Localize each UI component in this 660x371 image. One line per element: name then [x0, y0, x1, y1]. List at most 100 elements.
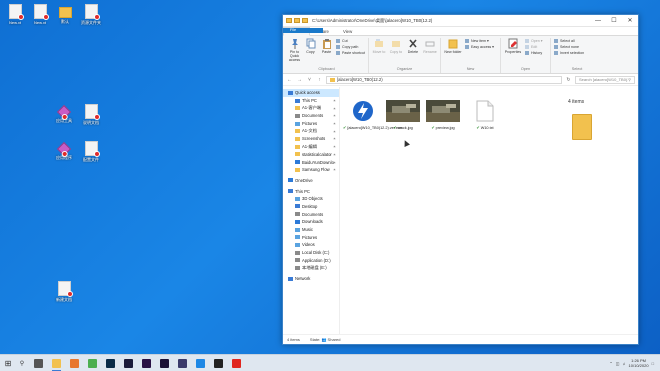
open-button[interactable]: Open ▾ [525, 39, 543, 43]
clock[interactable]: 1:26 PM 10/10/2020 [629, 358, 649, 368]
file-item[interactable]: ✔crack.jpg [383, 100, 423, 130]
taskbar-premiere[interactable] [139, 356, 154, 371]
taskbar-file-explorer[interactable] [49, 356, 64, 371]
desktop-icon[interactable]: 资源文件夹 [78, 4, 104, 25]
delete-button[interactable]: Delete [406, 38, 420, 54]
search-icon[interactable]: ⚲ [16, 360, 28, 367]
nav-item[interactable]: Samsung Flow ✶ [283, 166, 339, 174]
file-item[interactable]: ✔preview.jpg [423, 100, 463, 130]
invert-selection-button[interactable]: Invert selection [554, 51, 584, 55]
nav-item[interactable]: This PC [283, 187, 339, 195]
desktop-icon[interactable]: New.xt [2, 4, 28, 25]
title-bar[interactable]: C:\Users\Administrator\OneDrive\桌面\[alac… [283, 15, 638, 27]
copy-button[interactable]: Copy [304, 38, 317, 54]
desktop-icon[interactable]: 默认 [52, 4, 78, 24]
nav-item[interactable]: 3D Objects [283, 195, 339, 203]
copy-path-button[interactable]: Copy path [336, 45, 365, 49]
taskbar-app-dark[interactable] [121, 356, 136, 371]
move-to-button[interactable]: Move to [372, 38, 386, 54]
up-arrow-icon[interactable]: ↑ [316, 77, 323, 83]
select-all-icon [554, 39, 558, 43]
nav-item[interactable]: Desktop [283, 203, 339, 211]
taskbar-terminal[interactable] [211, 356, 226, 371]
select-all-button[interactable]: Select all [554, 39, 584, 43]
maximize-button[interactable]: ☐ [606, 15, 622, 27]
address-row: ← → ˅ ↑ [alacero]W10_TB0(12.2) ↻ Search … [283, 74, 638, 86]
nav-item[interactable]: OneDrive [283, 177, 339, 185]
taskbar-app-grid[interactable] [175, 356, 190, 371]
rename-button[interactable]: Rename [423, 38, 437, 54]
nav-item[interactable]: Screenshots ✶ [283, 135, 339, 143]
history-button[interactable]: History [525, 51, 543, 55]
taskbar-after-effects[interactable] [157, 356, 172, 371]
tab-file[interactable]: File [283, 28, 323, 33]
chevron-up-icon[interactable]: ⌃ [609, 361, 612, 366]
nav-item[interactable]: Documents ✶ [283, 112, 339, 120]
nav-item-label: BaiduYunDownlo [302, 159, 334, 165]
minimize-button[interactable]: — [590, 15, 606, 27]
notification-icon[interactable]: □ [652, 361, 654, 366]
taskbar-chrome[interactable] [85, 356, 100, 371]
refresh-icon[interactable]: ↻ [565, 77, 572, 83]
new-folder-icon[interactable] [302, 18, 308, 23]
nav-item[interactable]: Music [283, 226, 339, 234]
windows-start-icon[interactable]: ⊞ [0, 355, 16, 371]
nav-item[interactable]: Downloads [283, 218, 339, 226]
nav-item[interactable]: 本地磁盘 (E:) [283, 264, 339, 272]
nav-item[interactable]: Local Disk (C:) [283, 249, 339, 257]
volume-icon[interactable]: ♫ [623, 361, 626, 366]
nav-item[interactable]: BaiduYunDownlo ✶ [283, 158, 339, 166]
nav-item[interactable]: Application (D:) [283, 256, 339, 264]
desktop-icon[interactable]: New.xt [27, 4, 53, 25]
nav-item[interactable]: Pictures [283, 233, 339, 241]
desktop-icon[interactable]: 应用程序 [51, 141, 77, 160]
taskbar-firefox[interactable] [67, 356, 82, 371]
network-icon[interactable]: ◫ [616, 361, 620, 366]
nav-item[interactable]: Network [283, 275, 339, 283]
paste-button[interactable]: Paste [320, 38, 333, 54]
file-item[interactable]: ✔[alacero]W10_TB0(12.2).ver.exe [343, 100, 402, 130]
forward-arrow-icon[interactable]: → [296, 77, 303, 83]
chevron-down-icon[interactable]: ˅ [306, 77, 313, 83]
nav-item[interactable]: Documents [283, 210, 339, 218]
nav-item[interactable]: This PC ✶ [283, 97, 339, 105]
taskbar-photoshop[interactable] [103, 356, 118, 371]
search-box[interactable]: Search [alacero]W10_TB0(12.2) ⚲ [575, 75, 635, 84]
cut-button[interactable]: Cut [336, 39, 365, 43]
nav-item[interactable]: A1-文档 ✶ [283, 127, 339, 135]
easy-access-button[interactable]: Easy access ▾ [465, 45, 494, 49]
desktop-icon[interactable]: 配置文件 [78, 141, 104, 162]
back-arrow-icon[interactable]: ← [286, 77, 293, 83]
taskbar-vscode[interactable] [193, 356, 208, 371]
taskbar-task-view[interactable] [31, 356, 46, 371]
desktop-icon[interactable]: 说明文档 [78, 104, 104, 125]
properties-icon[interactable] [294, 18, 300, 23]
desktop-icon[interactable]: 新建文档 [51, 281, 77, 302]
address-bar[interactable]: [alacero]W10_TB0(12.2) [326, 75, 562, 84]
tab-view[interactable]: View [336, 27, 359, 35]
pin-to-quick-access-button[interactable]: Pin to Quick access [288, 38, 301, 62]
nav-item[interactable]: Pictures ✶ [283, 120, 339, 128]
nav-item[interactable]: Videos [283, 241, 339, 249]
edit-button[interactable]: Edit [525, 45, 543, 49]
new-folder-button[interactable]: New folder [444, 38, 462, 54]
nav-item[interactable]: Quick access [283, 89, 339, 97]
select-none-button[interactable]: Select none [554, 45, 584, 49]
organize-group-label: Organize [396, 67, 413, 71]
nav-item[interactable]: statisticalcalator ✶ [283, 151, 339, 159]
pin-icon: ✶ [332, 106, 336, 111]
paste-shortcut-button[interactable]: Paste shortcut [336, 51, 365, 55]
properties-button[interactable]: Properties [504, 38, 522, 54]
nav-item[interactable]: A1-客户端 ✶ [283, 104, 339, 112]
download-icon [295, 219, 300, 224]
taskbar-opera[interactable] [229, 356, 244, 371]
desktop-icon[interactable]: 应用工具 [51, 104, 77, 123]
close-button[interactable]: ✕ [622, 15, 638, 27]
folder-icon[interactable] [286, 18, 292, 23]
nav-item[interactable]: A1-编辑 ✶ [283, 143, 339, 151]
file-item[interactable]: ✔W10.txt [465, 100, 505, 130]
nav-item-label: 3D Objects [302, 196, 323, 202]
copy-to-button[interactable]: Copy to [389, 38, 403, 54]
new-item-button[interactable]: New item ▾ [465, 39, 494, 43]
address-folder-icon [330, 77, 335, 82]
